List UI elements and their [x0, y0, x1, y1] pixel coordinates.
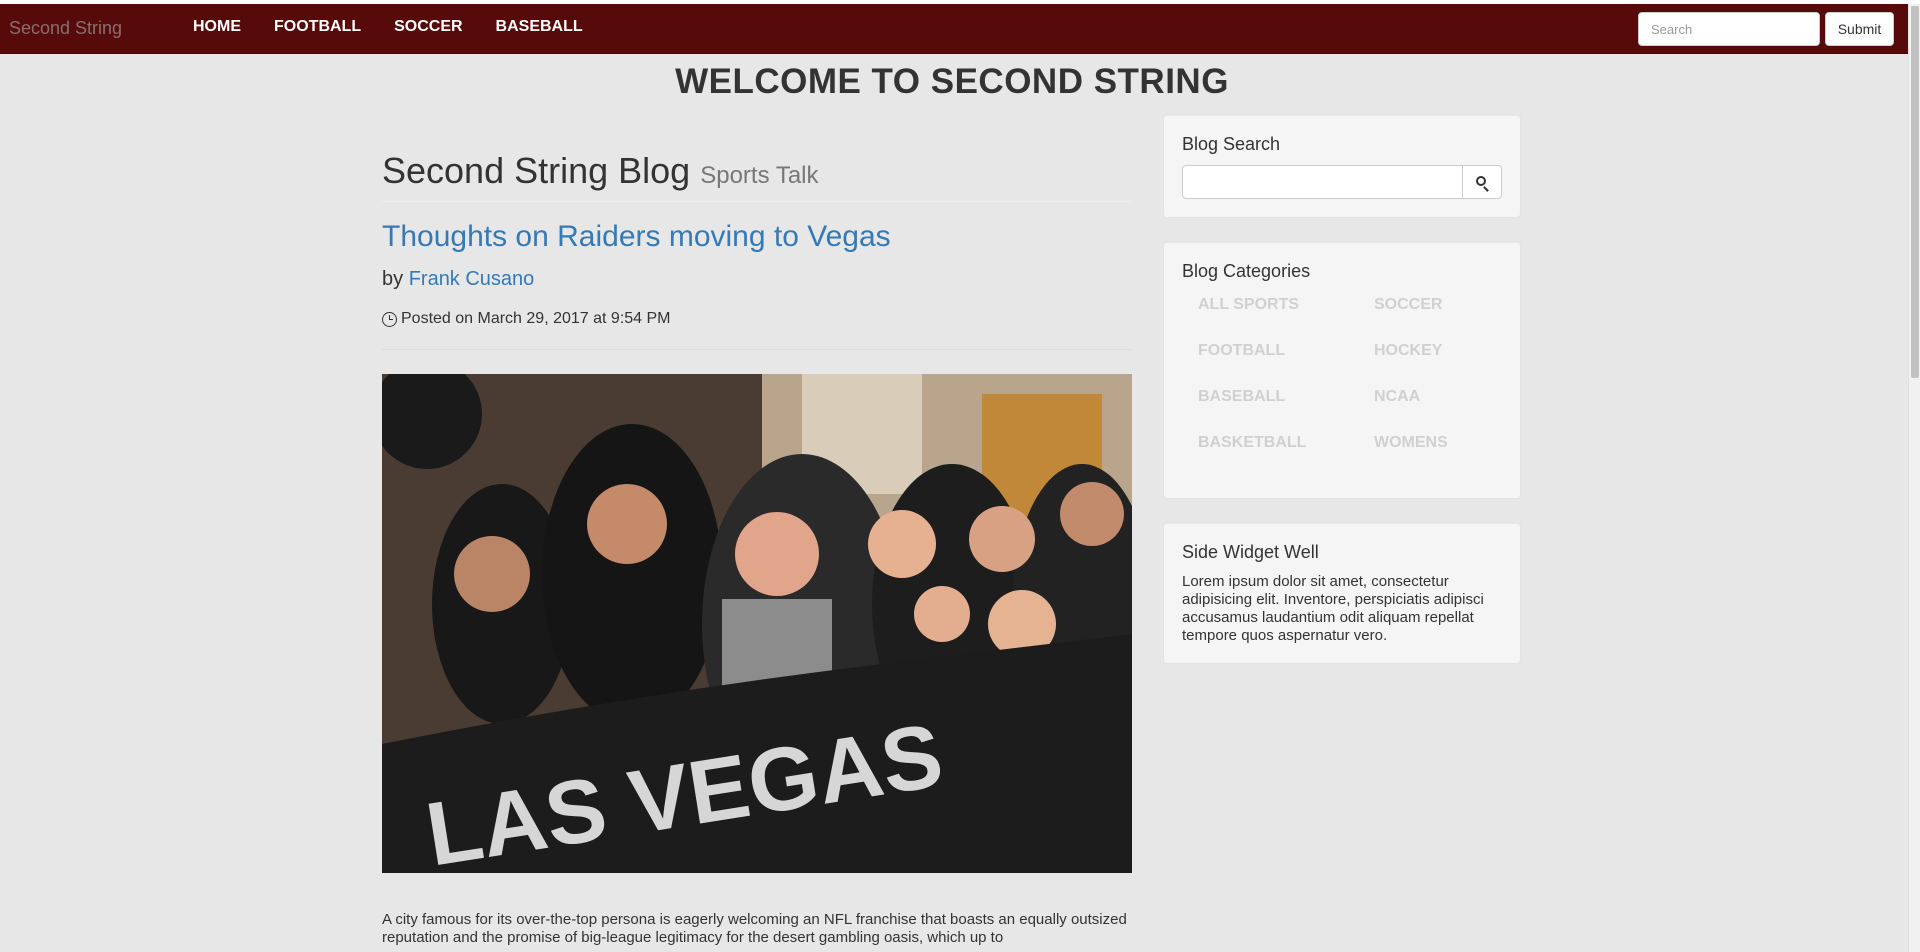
- main-column: Second String Blog Sports Talk Thoughts …: [382, 150, 1132, 946]
- category-soccer[interactable]: SOCCER: [1358, 296, 1498, 342]
- side-widget-title: Side Widget Well: [1182, 542, 1319, 562]
- blog-search-well: Blog Search: [1163, 114, 1521, 218]
- clock-icon: [382, 311, 397, 327]
- post-image: LAS VEGAS: [382, 374, 1132, 873]
- brand-link[interactable]: Second String: [9, 18, 122, 39]
- post-title-link[interactable]: Thoughts on Raiders moving to Vegas: [382, 220, 1132, 254]
- scrollbar-thumb[interactable]: [1911, 6, 1919, 378]
- category-baseball[interactable]: BASEBALL: [1182, 388, 1358, 434]
- side-widget-well: Side Widget Well Lorem ipsum dolor sit a…: [1163, 522, 1521, 664]
- nav-links: HOME FOOTBALL SOCCER BASEBALL: [193, 18, 616, 36]
- blog-categories-title: Blog Categories: [1182, 261, 1311, 281]
- page-scrollbar[interactable]: [1908, 4, 1920, 952]
- navbar-submit-button[interactable]: Submit: [1825, 12, 1894, 46]
- blog-header: Second String Blog Sports Talk: [382, 150, 1132, 202]
- navbar: Second String HOME FOOTBALL SOCCER BASEB…: [0, 4, 1908, 54]
- blog-subtitle: Sports Talk: [700, 162, 819, 189]
- post-date: Posted on March 29, 2017 at 9:54 PM: [382, 310, 1132, 328]
- post-date-text: Posted on March 29, 2017 at 9:54 PM: [401, 310, 671, 327]
- category-list: ALL SPORTS SOCCER FOOTBALL HOCKEY BASEBA…: [1182, 296, 1502, 480]
- category-hockey[interactable]: HOCKEY: [1358, 342, 1498, 388]
- navbar-search-input[interactable]: [1638, 12, 1820, 46]
- category-basketball[interactable]: BASKETBALL: [1182, 434, 1358, 480]
- post-byline: by Frank Cusano: [382, 268, 1132, 291]
- search-icon: [1476, 176, 1486, 186]
- welcome-heading: WELCOME TO SECOND STRING: [675, 62, 1229, 101]
- blog-categories-well: Blog Categories ALL SPORTS SOCCER FOOTBA…: [1163, 241, 1521, 499]
- nav-soccer-link[interactable]: SOCCER: [394, 18, 462, 36]
- sidebar: Blog Search Blog Categories ALL SPORTS S…: [1163, 114, 1521, 687]
- post-image-illustration: LAS VEGAS: [382, 374, 1132, 873]
- navbar-search-form: Submit: [1638, 12, 1894, 46]
- category-ncaa[interactable]: NCAA: [1358, 388, 1498, 434]
- blog-search-title: Blog Search: [1182, 134, 1281, 154]
- nav-baseball-link[interactable]: BASEBALL: [496, 18, 583, 36]
- nav-home-link[interactable]: HOME: [193, 18, 241, 36]
- side-widget-text: Lorem ipsum dolor sit amet, consectetur …: [1182, 573, 1484, 644]
- author-link[interactable]: Frank Cusano: [409, 268, 535, 290]
- divider: [382, 349, 1132, 350]
- blog-title: Second String Blog Sports Talk: [382, 150, 1132, 192]
- nav-football-link[interactable]: FOOTBALL: [274, 18, 361, 36]
- category-all-sports[interactable]: ALL SPORTS: [1182, 296, 1358, 342]
- category-football[interactable]: FOOTBALL: [1182, 342, 1358, 388]
- byline-prefix: by: [382, 268, 404, 290]
- post-excerpt: A city famous for its over-the-top perso…: [382, 911, 1127, 946]
- blog-search-group: [1182, 165, 1502, 199]
- blog-title-text: Second String Blog: [382, 150, 691, 191]
- blog-search-input[interactable]: [1182, 165, 1463, 199]
- blog-search-button[interactable]: [1463, 165, 1502, 199]
- category-womens[interactable]: WOMENS: [1358, 434, 1498, 480]
